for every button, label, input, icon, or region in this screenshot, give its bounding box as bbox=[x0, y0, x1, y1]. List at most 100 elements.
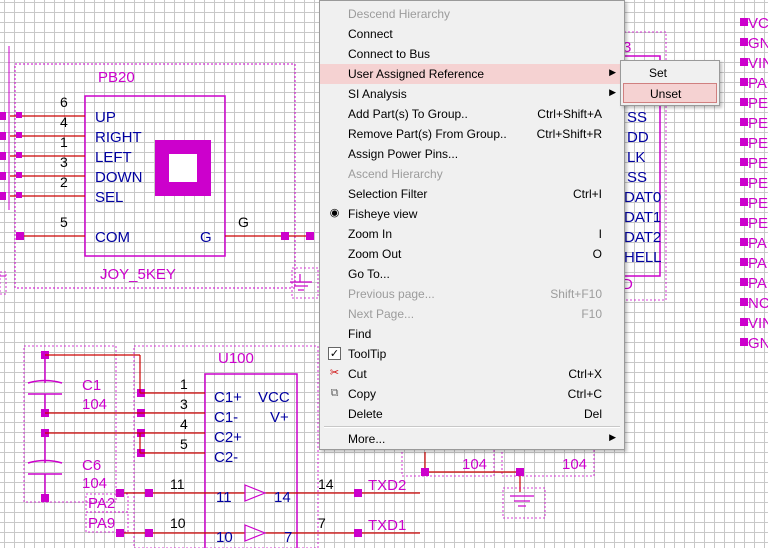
menu-item-connect[interactable]: Connect bbox=[320, 24, 624, 44]
menu-item-user-assigned-reference[interactable]: User Assigned Reference ▶ bbox=[320, 64, 624, 84]
u100-pin-label: C1+ bbox=[214, 389, 242, 406]
right-part-pin: LK bbox=[627, 149, 645, 166]
right-edge-pin-label: PA bbox=[748, 75, 767, 92]
u100-pin-number: 10 bbox=[170, 515, 186, 531]
right-edge-pin-marker bbox=[740, 298, 748, 306]
cap-value: 104 bbox=[82, 396, 107, 413]
menu-item-fisheye-view[interactable]: ◉ Fisheye view bbox=[320, 204, 624, 224]
joy-designator: PB20 bbox=[98, 69, 135, 86]
right-part-pin: DAT1 bbox=[624, 209, 661, 226]
menu-item-ascend-hierarchy[interactable]: Ascend Hierarchy bbox=[320, 164, 624, 184]
right-edge-pin-marker bbox=[740, 198, 748, 206]
u100-pin-number: 3 bbox=[180, 396, 188, 412]
menu-item-previous-page[interactable]: Previous page... Shift+F10 bbox=[320, 284, 624, 304]
menu-item-tooltip[interactable]: ✓ ToolTip bbox=[320, 344, 624, 364]
right-edge-pin-marker bbox=[740, 138, 748, 146]
submenu-arrow-icon: ▶ bbox=[609, 87, 616, 97]
right-edge-pin-marker bbox=[740, 38, 748, 46]
cap-value: 104 bbox=[562, 456, 587, 473]
menu-item-zoom-out[interactable]: Zoom Out O bbox=[320, 244, 624, 264]
joy-pin-number: 1 bbox=[60, 134, 68, 150]
joy-pin-number: G bbox=[238, 214, 249, 230]
joy-pin-label: COM bbox=[95, 229, 130, 246]
net-label: TXD2 bbox=[368, 477, 406, 494]
joy-pin-number: 2 bbox=[60, 174, 68, 190]
u100-pin-number: 5 bbox=[180, 436, 188, 452]
joy-pin-label: LEFT bbox=[95, 149, 132, 166]
ground-symbol bbox=[290, 267, 319, 299]
right-edge-pin-marker bbox=[740, 258, 748, 266]
joy-pin-number: 4 bbox=[60, 114, 68, 130]
cap-designator: C6 bbox=[82, 457, 101, 474]
joy-pin-label: DOWN bbox=[95, 169, 143, 186]
right-part-pin: DAT2 bbox=[624, 229, 661, 246]
joy-pin-label: SEL bbox=[95, 189, 123, 206]
net-label: PA9 bbox=[88, 515, 115, 532]
cap-value: 104 bbox=[462, 456, 487, 473]
menu-item-si-analysis[interactable]: SI Analysis ▶ bbox=[320, 84, 624, 104]
submenu-arrow-icon: ▶ bbox=[609, 432, 616, 442]
u100-pin-label: VCC bbox=[258, 389, 290, 406]
copy-icon: ⧉ bbox=[330, 387, 339, 399]
right-part-pin: SS bbox=[627, 169, 647, 186]
right-part-pin: DD bbox=[627, 129, 649, 146]
eye-icon: ◉ bbox=[329, 207, 340, 219]
submenu-item-set[interactable]: Set bbox=[623, 63, 717, 83]
u100-pin-label: 10 bbox=[216, 529, 233, 546]
menu-item-connect-to-bus[interactable]: Connect to Bus bbox=[320, 44, 624, 64]
menu-item-remove-parts-from-group[interactable]: Remove Part(s) From Group.. Ctrl+Shift+R bbox=[320, 124, 624, 144]
cap-value: 104 bbox=[82, 475, 107, 492]
u100-pin-label: C2+ bbox=[214, 429, 242, 446]
u100-pin-label: 7 bbox=[284, 529, 292, 546]
right-edge-pin-marker bbox=[740, 98, 748, 106]
right-edge-pin-marker bbox=[740, 118, 748, 126]
checkmark-icon: ✓ bbox=[328, 347, 341, 360]
menu-item-add-parts-to-group[interactable]: Add Part(s) To Group.. Ctrl+Shift+A bbox=[320, 104, 624, 124]
u100-pin-number: 7 bbox=[318, 515, 326, 531]
right-edge-pin-label: PE bbox=[748, 135, 768, 152]
right-edge-pin-label: PE bbox=[748, 175, 768, 192]
net-label: PA2 bbox=[88, 495, 115, 512]
context-menu: Descend Hierarchy Connect Connect to Bus… bbox=[319, 0, 625, 450]
right-edge-pin-marker bbox=[740, 218, 748, 226]
right-edge-pin-marker bbox=[740, 318, 748, 326]
right-edge-pin-label: PA bbox=[748, 255, 767, 272]
right-edge-pin-label: GN bbox=[748, 335, 768, 352]
right-edge-pin-marker bbox=[740, 278, 748, 286]
right-edge-pin-label: PA bbox=[748, 275, 767, 292]
menu-item-selection-filter[interactable]: Selection Filter Ctrl+I bbox=[320, 184, 624, 204]
right-part-pin: DAT0 bbox=[624, 189, 661, 206]
u100-pin-number: 4 bbox=[180, 416, 188, 432]
menu-item-zoom-in[interactable]: Zoom In I bbox=[320, 224, 624, 244]
u100-designator: U100 bbox=[218, 350, 254, 367]
right-edge-pin-label: PE bbox=[748, 115, 768, 132]
menu-item-cut[interactable]: ✂ Cut Ctrl+X bbox=[320, 364, 624, 384]
u100-pin-label: 14 bbox=[274, 489, 291, 506]
menu-item-next-page[interactable]: Next Page... F10 bbox=[320, 304, 624, 324]
joy-pin-number: 6 bbox=[60, 94, 68, 110]
right-edge-pin-marker bbox=[740, 158, 748, 166]
u100-pin-label: 11 bbox=[216, 489, 232, 506]
right-edge-pin-marker bbox=[740, 58, 748, 66]
menu-separator bbox=[324, 426, 620, 428]
menu-item-more[interactable]: More... ▶ bbox=[320, 429, 624, 449]
joy-value: JOY_5KEY bbox=[100, 266, 176, 283]
right-edge-pin-label: VIN bbox=[748, 315, 768, 332]
cap-designator: C1 bbox=[82, 377, 101, 394]
right-edge-pin-marker bbox=[740, 338, 748, 346]
right-edge-pin-marker bbox=[740, 178, 748, 186]
net-label: TXD1 bbox=[368, 517, 406, 534]
right-edge-pin-label: VIN bbox=[748, 55, 768, 72]
menu-item-copy[interactable]: ⧉ Copy Ctrl+C bbox=[320, 384, 624, 404]
u100-pin-number: 11 bbox=[170, 476, 185, 492]
menu-item-delete[interactable]: Delete Del bbox=[320, 404, 624, 424]
menu-item-find[interactable]: Find bbox=[320, 324, 624, 344]
joy-pin-label: UP bbox=[95, 109, 116, 126]
right-edge-pin-marker bbox=[740, 78, 748, 86]
menu-item-go-to[interactable]: Go To... bbox=[320, 264, 624, 284]
menu-item-assign-power-pins[interactable]: Assign Power Pins... bbox=[320, 144, 624, 164]
user-assigned-reference-submenu: Set Unset bbox=[620, 60, 720, 106]
submenu-item-unset[interactable]: Unset bbox=[623, 83, 717, 103]
menu-item-descend-hierarchy[interactable]: Descend Hierarchy bbox=[320, 4, 624, 24]
right-edge-pin-label: PE bbox=[748, 195, 768, 212]
